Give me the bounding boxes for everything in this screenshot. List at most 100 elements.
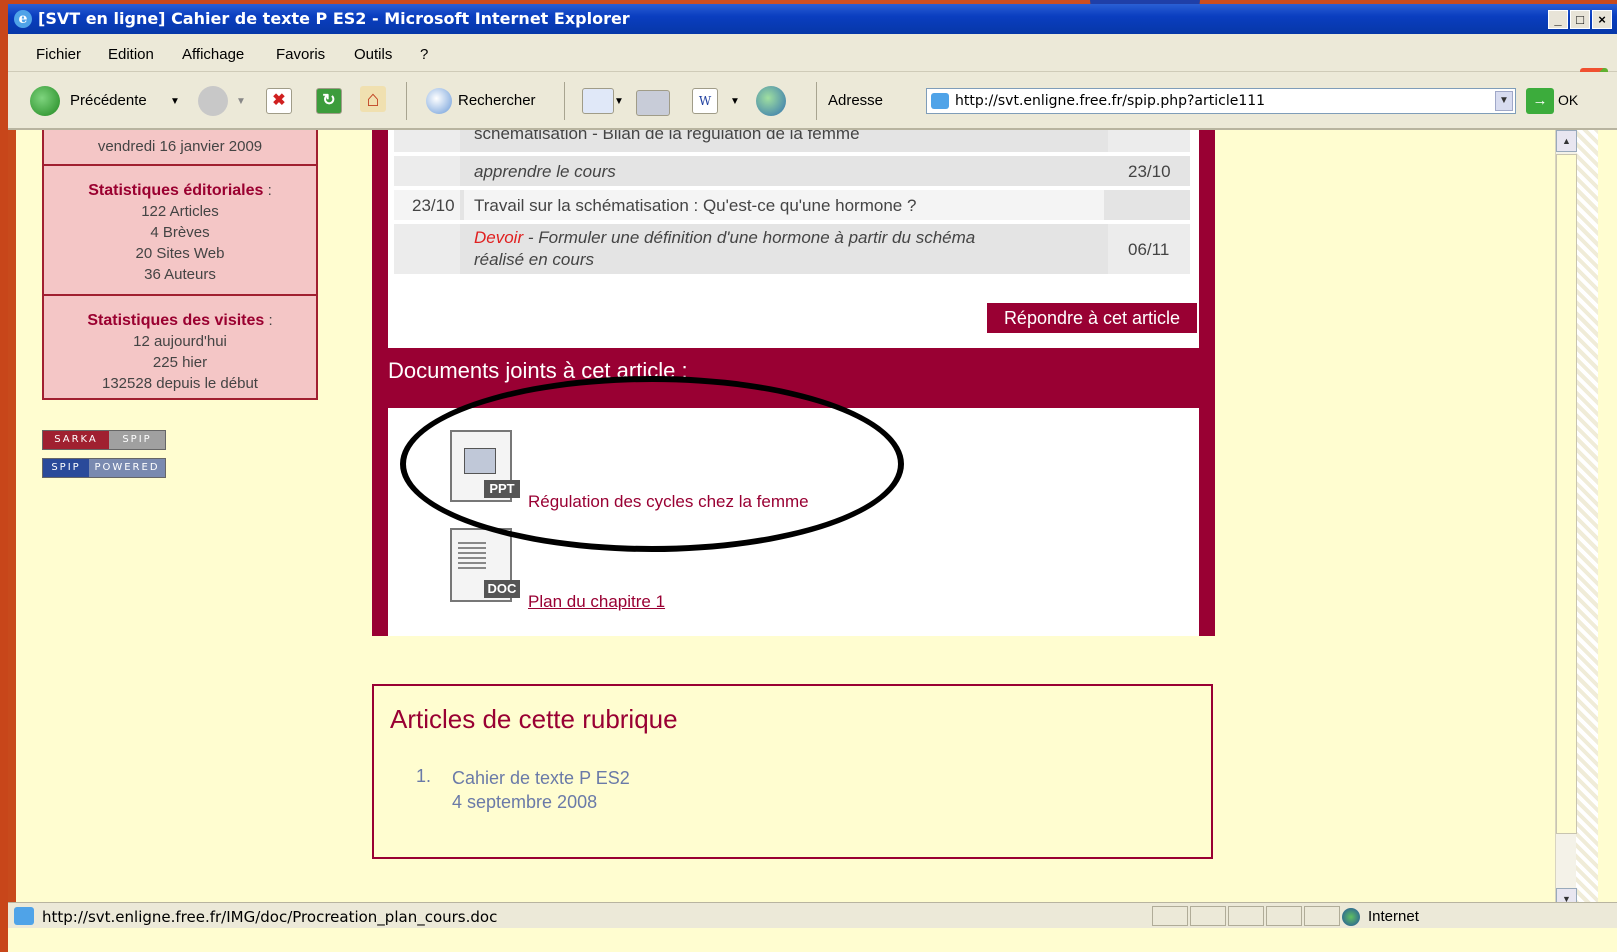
badge-right-text: POWERED: [89, 459, 165, 477]
status-panel: [1266, 906, 1302, 926]
editorial-header: Statistiques éditoriales: [88, 182, 264, 199]
rubrique-number: 1.: [416, 766, 432, 786]
go-button[interactable]: OK: [1558, 92, 1578, 108]
rubrique-item-date: 4 septembre 2008: [452, 792, 598, 812]
devoir-label: Devoir: [474, 228, 524, 247]
toolbar-separator: [564, 82, 565, 120]
list-item[interactable]: Cahier de texte P ES2 4 septembre 2008: [452, 766, 630, 814]
scroll-up-icon[interactable]: ▲: [1556, 130, 1577, 152]
editorial-stats: Statistiques éditoriales : 122 Articles …: [44, 180, 316, 285]
divider: [44, 294, 316, 296]
left-border: [8, 130, 16, 926]
status-bar: http://svt.enligne.free.fr/IMG/doc/Procr…: [8, 902, 1617, 928]
sarka-spip-badge[interactable]: SARKA SPIP: [42, 430, 166, 450]
forward-arrow-icon[interactable]: [198, 86, 228, 116]
badge-left-text: SPIP: [43, 459, 89, 477]
search-icon[interactable]: [426, 88, 452, 114]
address-value[interactable]: http://svt.enligne.free.fr/spip.php?arti…: [955, 93, 1265, 109]
go-arrow-icon[interactable]: →: [1526, 88, 1554, 114]
sidebar-date: vendredi 16 janvier 2009: [97, 138, 263, 155]
page-icon: [931, 93, 949, 109]
visits-yesterday: 225 hier: [152, 354, 208, 371]
visits-today: 12 aujourd'hui: [133, 333, 227, 350]
vertical-scrollbar[interactable]: ▲ ▼: [1555, 130, 1577, 910]
home-icon[interactable]: ⌂: [360, 86, 386, 112]
menu-help[interactable]: ?: [420, 46, 428, 63]
stat-sites: 20 Sites Web: [135, 245, 225, 262]
search-button[interactable]: Rechercher: [458, 92, 536, 109]
article-frame: schématisation - Bilan de la régulation …: [372, 130, 1215, 636]
visit-stats: Statistiques des visites : 12 aujourd'hu…: [44, 310, 316, 394]
address-field[interactable]: http://svt.enligne.free.fr/spip.php?arti…: [926, 88, 1516, 114]
edit-dropdown-icon[interactable]: ▼: [730, 96, 740, 107]
badge-left-text: SARKA: [43, 431, 109, 449]
row-text-continued: réalisé en cours: [474, 250, 595, 269]
forward-dropdown-icon[interactable]: ▼: [236, 96, 246, 107]
homework-table: schématisation - Bilan de la régulation …: [388, 130, 1199, 348]
status-panel: [1304, 906, 1340, 926]
address-dropdown-icon[interactable]: ▼: [1495, 91, 1513, 111]
scroll-thumb[interactable]: [1556, 154, 1577, 834]
row-text: - Formuler une définition d'une hormone …: [523, 228, 976, 247]
table-row: apprendre le cours 23/10: [394, 156, 1190, 186]
rubrique-item-title[interactable]: Cahier de texte P ES2: [452, 766, 630, 790]
toolbar-separator: [406, 82, 407, 120]
highlight-ellipse: [400, 376, 904, 552]
back-arrow-icon[interactable]: [30, 86, 60, 116]
print-icon[interactable]: [636, 90, 670, 116]
row-text: Travail sur la schématisation : Qu'est-c…: [474, 196, 917, 215]
browser-window: e [SVT en ligne] Cahier de texte P ES2 -…: [8, 4, 1617, 952]
maximize-button[interactable]: □: [1570, 10, 1590, 29]
zone-label: Internet: [1368, 908, 1419, 925]
doc-badge: DOC: [484, 580, 520, 598]
status-panel: [1228, 906, 1264, 926]
row-due: 06/11: [1128, 240, 1170, 259]
stat-breves: 4 Brèves: [150, 224, 210, 241]
back-dropdown-icon[interactable]: ▼: [170, 96, 180, 107]
badge-right-text: SPIP: [109, 431, 165, 449]
word-icon[interactable]: W: [692, 88, 718, 114]
toolbar-separator: [816, 82, 817, 120]
reply-button[interactable]: Répondre à cet article: [986, 302, 1198, 334]
row-date: 23/10: [412, 196, 455, 215]
menu-favoris[interactable]: Favoris: [276, 46, 325, 63]
spip-powered-badge[interactable]: SPIP POWERED: [42, 458, 166, 478]
stat-auteurs: 36 Auteurs: [144, 266, 216, 283]
mail-icon[interactable]: [582, 88, 614, 114]
internet-zone-icon: [1342, 908, 1360, 926]
menu-bar: Fichier Edition Affichage Favoris Outils…: [8, 34, 1617, 98]
toolbar: Précédente ▼ ▼ ✖ ↻ ⌂ Rechercher ▼ W ▼ Ad…: [8, 72, 1617, 130]
doc-file-icon[interactable]: DOC: [446, 528, 520, 604]
menu-outils[interactable]: Outils: [354, 46, 392, 63]
menu-affichage[interactable]: Affichage: [182, 46, 244, 63]
doc-link-plan[interactable]: Plan du chapitre 1: [528, 592, 665, 612]
row-text: schématisation - Bilan de la régulation …: [474, 130, 860, 143]
page-icon: [14, 907, 34, 925]
table-row: schématisation - Bilan de la régulation …: [394, 130, 1190, 152]
visits-total: 132528 depuis le début: [102, 375, 258, 392]
stop-icon[interactable]: ✖: [266, 88, 292, 114]
minimize-button[interactable]: _: [1548, 10, 1568, 29]
table-row: 23/10 Travail sur la schématisation : Qu…: [394, 190, 1190, 220]
messenger-icon[interactable]: [756, 86, 786, 116]
ie-icon: e: [14, 10, 32, 28]
visits-header: Statistiques des visites: [87, 312, 265, 329]
close-button[interactable]: ×: [1592, 10, 1612, 29]
title-bar[interactable]: e [SVT en ligne] Cahier de texte P ES2 -…: [8, 4, 1617, 34]
menu-fichier[interactable]: Fichier: [36, 46, 81, 63]
back-button[interactable]: Précédente: [70, 92, 147, 109]
right-pattern: [1575, 130, 1598, 926]
sidebar-stats: vendredi 16 janvier 2009 Statistiques éd…: [42, 130, 318, 400]
rubrique-title: Articles de cette rubrique: [390, 704, 678, 734]
window-title: [SVT en ligne] Cahier de texte P ES2 - M…: [38, 9, 630, 28]
status-panel: [1190, 906, 1226, 926]
row-text: apprendre le cours: [474, 162, 616, 181]
status-url: http://svt.enligne.free.fr/IMG/doc/Procr…: [42, 908, 498, 926]
row-due: 23/10: [1128, 162, 1171, 181]
status-panel: [1152, 906, 1188, 926]
mail-dropdown-icon[interactable]: ▼: [614, 96, 624, 107]
refresh-icon[interactable]: ↻: [316, 88, 342, 114]
menu-edition[interactable]: Edition: [108, 46, 154, 63]
stat-articles: 122 Articles: [141, 203, 219, 220]
divider: [44, 164, 316, 166]
